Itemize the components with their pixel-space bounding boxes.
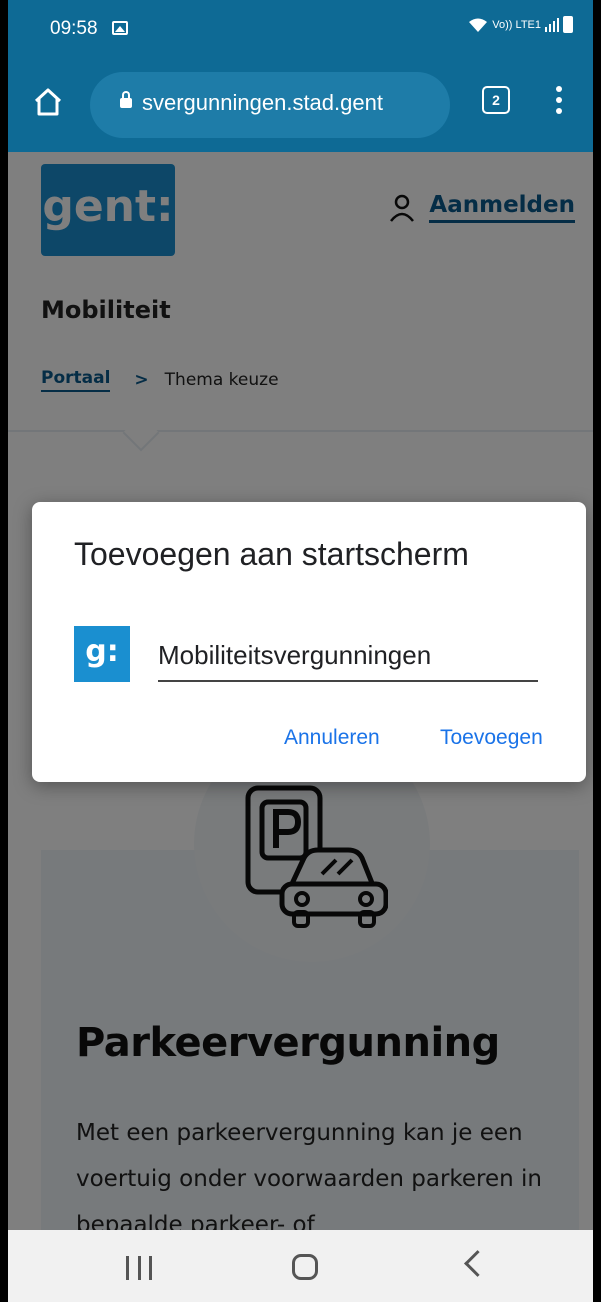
overflow-menu-icon[interactable] (556, 86, 562, 118)
add-to-homescreen-dialog: Toevoegen aan startscherm g: Annuleren T… (32, 502, 586, 782)
dialog-title: Toevoegen aan startscherm (74, 536, 469, 572)
network-label: Vo)) LTE1 (492, 18, 541, 31)
phone-screen: 09:58 Vo)) LTE1 svergunningen.stad.gent … (8, 0, 593, 1302)
lock-icon (120, 91, 132, 108)
battery-icon (563, 16, 573, 33)
wifi-icon (469, 18, 488, 32)
signal-icon (545, 17, 559, 32)
tab-switcher-button[interactable]: 2 (482, 86, 510, 114)
cancel-button[interactable]: Annuleren (284, 726, 380, 750)
browser-toolbar: svergunningen.stad.gent 2 (8, 64, 593, 152)
app-icon: g: (74, 626, 130, 682)
home-nav-icon[interactable] (292, 1254, 318, 1280)
back-icon[interactable] (464, 1250, 491, 1277)
recent-apps-icon[interactable] (126, 1256, 152, 1280)
url-bar[interactable]: svergunningen.stad.gent (90, 72, 450, 138)
status-time: 09:58 (50, 18, 98, 39)
add-button[interactable]: Toevoegen (440, 726, 543, 750)
system-nav-bar (8, 1230, 593, 1302)
system-icons: Vo)) LTE1 (468, 16, 573, 33)
shortcut-name-input[interactable] (158, 630, 538, 682)
home-icon[interactable] (32, 86, 64, 118)
url-text: svergunningen.stad.gent (142, 90, 383, 115)
gallery-notification-icon (112, 21, 128, 35)
status-bar: 09:58 Vo)) LTE1 (8, 0, 593, 64)
